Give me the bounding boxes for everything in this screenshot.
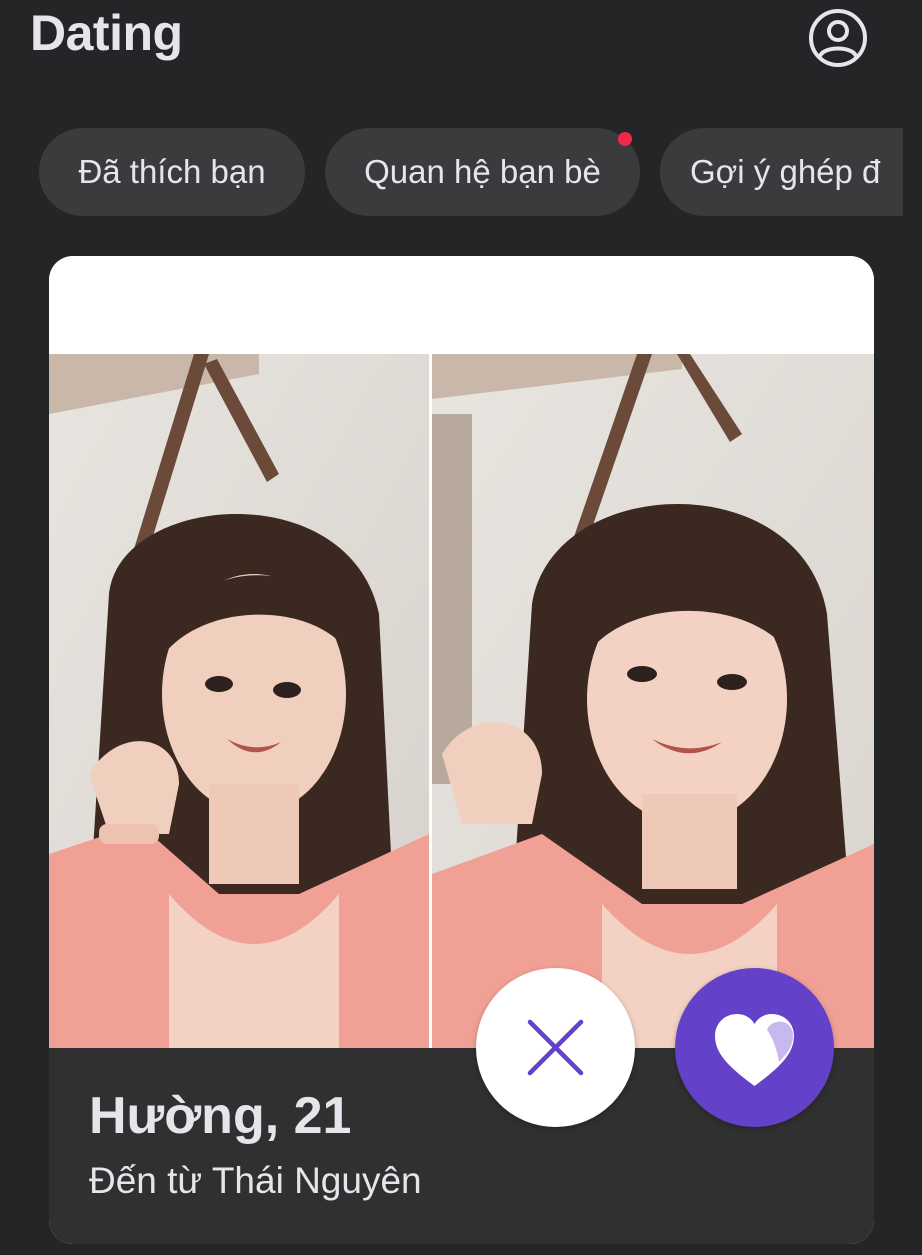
chip-match-suggestions[interactable]: Gợi ý ghép đ [660, 128, 903, 216]
profile-location: Đến từ Thái Nguyên [89, 1160, 422, 1201]
page-title: Dating [30, 5, 183, 61]
profile-photo-2[interactable] [432, 354, 874, 1048]
chip-liked-you[interactable]: Đã thích bạn [39, 128, 305, 216]
chip-label: Gợi ý ghép đ [690, 153, 881, 190]
pass-button[interactable] [476, 968, 635, 1127]
card-header-space [49, 256, 874, 354]
chip-label: Đã thích bạn [78, 153, 266, 190]
profile-name-age: Hường, 21 [89, 1087, 352, 1145]
heart-icon [715, 1014, 794, 1086]
close-icon [527, 1019, 584, 1076]
chip-friends[interactable]: Quan hệ bạn bè [325, 128, 640, 216]
chip-label: Quan hệ bạn bè [364, 153, 601, 190]
profile-photo-1[interactable] [49, 354, 429, 1048]
profile-button[interactable] [806, 6, 870, 70]
like-button[interactable] [675, 968, 834, 1127]
notification-dot [618, 132, 632, 146]
header-bar: Dating [0, 0, 922, 90]
filter-chip-row: Đã thích bạn Quan hệ bạn bè Gợi ý ghép đ [0, 128, 903, 218]
person-circle-icon [809, 9, 867, 67]
